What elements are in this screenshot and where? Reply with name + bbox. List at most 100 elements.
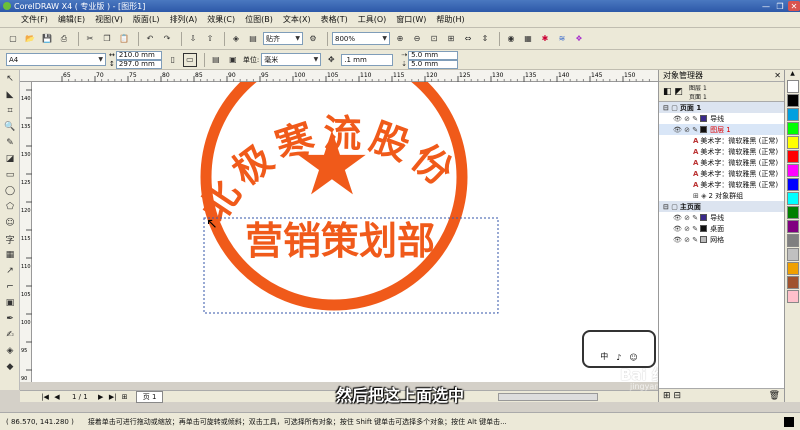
new-file-icon[interactable]: ▢ [6, 32, 20, 46]
dimension-tool-icon[interactable]: ↗ [2, 264, 18, 278]
color-swatch[interactable] [787, 276, 799, 289]
color-swatch[interactable] [787, 122, 799, 135]
stamp-company-text[interactable]: 北极寒流股份有限公司 [32, 82, 465, 229]
panel-close-icon[interactable]: ✕ [774, 71, 781, 80]
color-swatch[interactable] [787, 220, 799, 233]
object-tree-row[interactable]: A 美术字：微软雅黑 (正常) [659, 168, 784, 179]
options-icon[interactable]: ⚙ [306, 32, 320, 46]
page-icon[interactable]: ⊟ ▢ [663, 203, 678, 211]
color-swatch[interactable] [787, 192, 799, 205]
menu-text[interactable]: 文本(X) [282, 14, 312, 25]
color-swatch[interactable] [787, 206, 799, 219]
menu-bitmaps[interactable]: 位图(B) [244, 14, 274, 25]
all-pages-icon[interactable]: ▤ [209, 53, 223, 67]
color-swatch[interactable] [787, 150, 799, 163]
menu-layout[interactable]: 版面(L) [132, 14, 161, 25]
menu-tools[interactable]: 工具(O) [357, 14, 388, 25]
next-page-icon[interactable]: ▶ [96, 392, 106, 402]
open-folder-icon[interactable]: 📂 [23, 32, 37, 46]
connector-tool-icon[interactable]: ⌐ [2, 280, 18, 294]
object-tree-row[interactable]: A 美术字：微软雅黑 (正常) [659, 157, 784, 168]
gradient-icon[interactable]: ≋ [555, 32, 569, 46]
save-icon[interactable]: 💾 [40, 32, 54, 46]
duplicate-x-field[interactable]: 5.0 mm [408, 50, 459, 60]
color-swatch[interactable] [787, 234, 799, 247]
object-tree-row[interactable]: 👁 ⊘ ✎ 图层 1 [659, 124, 784, 135]
freehand-tool-icon[interactable]: ✎ [2, 136, 18, 150]
bitmap-icon[interactable]: ▦ [521, 32, 535, 46]
print-icon[interactable]: ⎙ [57, 32, 71, 46]
object-tree-row[interactable]: A 美术字：微软雅黑 (正常) [659, 179, 784, 190]
paste-icon[interactable]: 📋 [117, 32, 131, 46]
object-tree-row[interactable]: 👁 ⊘ ✎ 导线 [659, 212, 784, 223]
welcome-icon[interactable]: ▤ [246, 32, 260, 46]
horizontal-scrollbar[interactable] [498, 392, 598, 401]
minimize-button[interactable]: — [760, 1, 772, 11]
page-tab[interactable]: 页 1 [135, 390, 164, 403]
import-icon[interactable]: ⇩ [186, 32, 200, 46]
drawing-canvas[interactable]: 北极寒流股份有限公司 ★ 营销策划部 ↖ [32, 82, 658, 382]
object-tree-row[interactable]: ⊞ ◈ 2 对象群组 [659, 190, 784, 201]
menu-effects[interactable]: 效果(C) [206, 14, 236, 25]
rectangle-tool-icon[interactable]: ▭ [2, 168, 18, 182]
object-tree-row[interactable]: A 美术字：微软雅黑 (正常) [659, 146, 784, 157]
object-tree-row[interactable]: 👁 ⊘ ✎ 桌面 [659, 223, 784, 234]
export-icon[interactable]: ⇧ [203, 32, 217, 46]
color-swatch[interactable] [787, 136, 799, 149]
layer-visibility-icon[interactable]: 👁 ⊘ ✎ [673, 236, 698, 244]
object-tree-row[interactable]: 👁 ⊘ ✎ 导线 [659, 113, 784, 124]
zoom-page-icon[interactable]: ⊞ [444, 32, 458, 46]
object-tree-row[interactable]: A 美术字：微软雅黑 (正常) [659, 135, 784, 146]
layer-view-icon[interactable]: ◧ [663, 87, 672, 97]
color-swatch[interactable] [787, 178, 799, 191]
menu-view[interactable]: 视图(V) [94, 14, 124, 25]
table-tool-icon[interactable]: ▦ [2, 248, 18, 262]
color-swatch[interactable] [787, 248, 799, 261]
pattern-icon[interactable]: ❖ [572, 32, 586, 46]
eyedropper-tool-icon[interactable]: ✒ [2, 312, 18, 326]
new-master-layer-icon[interactable]: ⊟ [674, 391, 682, 401]
vertical-ruler[interactable]: 140 135 130 125 120 115 110 105 100 95 90 [20, 82, 32, 382]
object-tree-row[interactable]: ⊟ ▢ 主页面 [659, 201, 784, 212]
color-swatch[interactable] [787, 80, 799, 93]
interactive-tool-icon[interactable]: ▣ [2, 296, 18, 310]
stamp-star-icon[interactable]: ★ [293, 112, 372, 215]
page-width-field[interactable]: 210.0 mm [115, 50, 162, 60]
stamp-dept-text[interactable]: 营销策划部 [245, 219, 435, 263]
copy-icon[interactable]: ❐ [100, 32, 114, 46]
current-page-icon[interactable]: ▣ [226, 53, 240, 67]
menu-arrange[interactable]: 排列(A) [169, 14, 199, 25]
zoom-dropdown[interactable]: 800% ▼ [332, 32, 390, 45]
launcher-icon[interactable]: ◈ [229, 32, 243, 46]
object-tree-row[interactable]: ⊟ ▢ 页面 1 [659, 102, 784, 113]
polygon-tool-icon[interactable]: ⬠ [2, 200, 18, 214]
color-swatch[interactable] [787, 164, 799, 177]
zoom-tool-icon[interactable]: 🔍 [2, 120, 18, 134]
undo-icon[interactable]: ↶ [143, 32, 157, 46]
menu-window[interactable]: 窗口(W) [395, 14, 427, 25]
layer-manager-icon[interactable]: ◩ [675, 87, 684, 97]
prev-page-icon[interactable]: ◀ [52, 392, 62, 402]
paper-size-dropdown[interactable]: A4 ▼ [6, 53, 106, 66]
snap-dropdown[interactable]: 贴齐 ▼ [263, 32, 303, 45]
shape-tool-icon[interactable]: ◣ [2, 88, 18, 102]
zoom-in-icon[interactable]: ⊕ [393, 32, 407, 46]
horizontal-ruler[interactable]: 65 70 75 80 85 90 95 100 105 110 115 120 125 130 135 14… [20, 70, 658, 82]
new-layer-icon[interactable]: ⊞ [663, 391, 671, 401]
landscape-icon[interactable]: ▭ [182, 52, 197, 67]
text-tool-icon[interactable]: 字 [2, 232, 18, 246]
zoom-out-icon[interactable]: ⊖ [410, 32, 424, 46]
menu-edit[interactable]: 编辑(E) [57, 14, 86, 25]
layer-visibility-icon[interactable]: 👁 ⊘ ✎ [673, 115, 698, 123]
nudge-field[interactable]: .1 mm [341, 53, 394, 66]
first-page-icon[interactable]: |◀ [40, 392, 50, 402]
zoom-width-icon[interactable]: ⇔ [461, 32, 475, 46]
color-swatch[interactable] [787, 94, 799, 107]
maximize-button[interactable]: ❐ [774, 1, 786, 11]
portrait-icon[interactable]: ▯ [166, 53, 180, 67]
delete-icon[interactable]: 🗑 [769, 391, 780, 401]
page-icon[interactable]: ⊟ ▢ [663, 104, 678, 112]
fill-tool-icon[interactable]: ◈ [2, 344, 18, 358]
crop-tool-icon[interactable]: ⌗ [2, 104, 18, 118]
palette-scroll-up-icon[interactable]: ▲ [785, 70, 800, 80]
